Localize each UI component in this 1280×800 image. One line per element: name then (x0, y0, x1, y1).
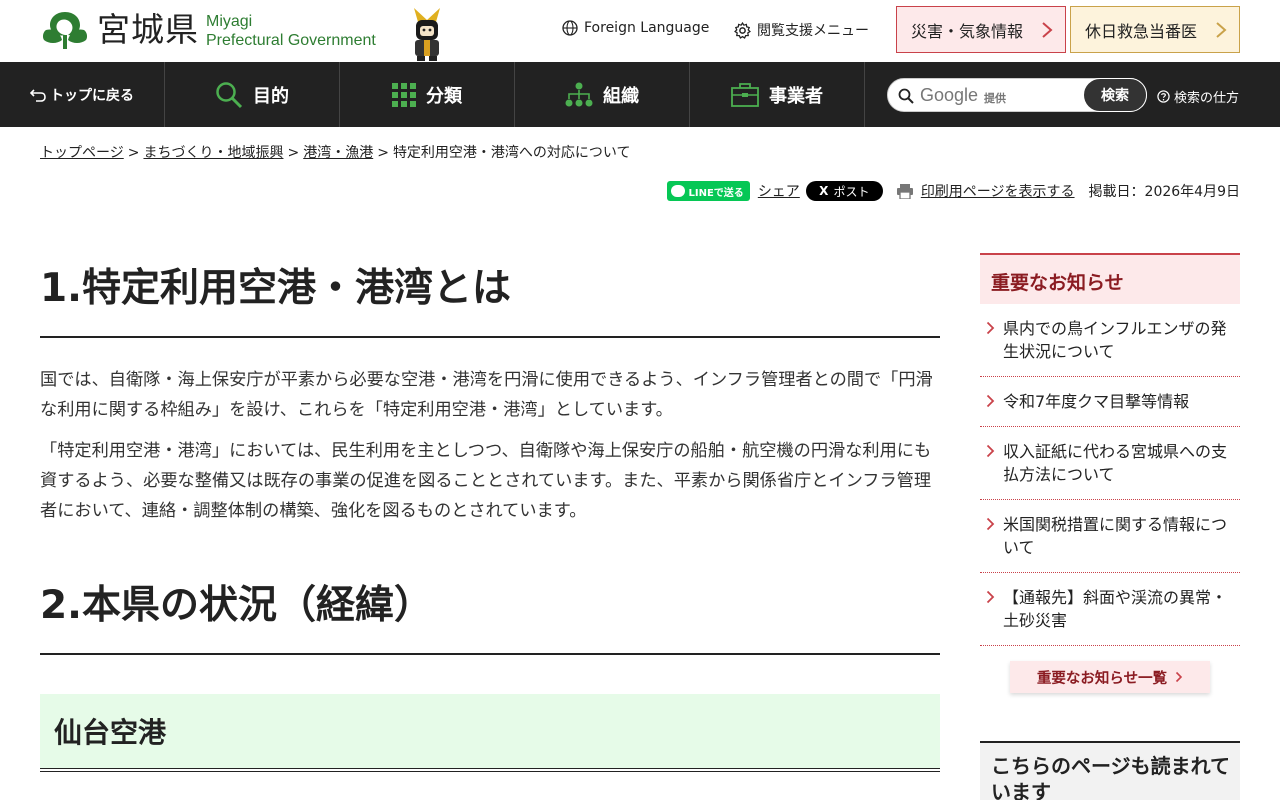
important-notice-item[interactable]: 収入証紙に代わる宮城県への支払方法について (980, 427, 1240, 500)
search-help-label: 検索の仕方 (1174, 91, 1240, 106)
breadcrumb-current: 特定利用空港・港湾への対応について (392, 145, 631, 161)
print-page-link[interactable]: 印刷用ページを表示する (896, 181, 1075, 201)
holiday-doctor-label: 休日救急当番医 (1085, 21, 1198, 41)
important-notices-more-button[interactable]: 重要なお知らせ一覧 (1010, 661, 1210, 693)
grid-icon (392, 82, 416, 107)
miyagi-logo-icon[interactable] (40, 10, 90, 50)
search-help-link[interactable]: 検索の仕方 (1157, 87, 1239, 106)
printer-icon (896, 183, 913, 199)
search-provider-logo: Google (920, 85, 979, 105)
global-nav: トップに戻る 目的 分類 組織 事業者 Google 提供 検索 検索の仕方 (0, 62, 1280, 127)
section-heading-1: 1.特定利用空港・港湾とは (40, 264, 940, 338)
important-notice-label: 【通報先】斜面や渓流の異常・土砂災害 (1003, 588, 1228, 630)
section-heading-2: 2.本県の状況（経緯） (40, 581, 940, 655)
globe-icon (562, 20, 578, 36)
x-logo-icon: X (819, 184, 829, 198)
search-icon (216, 81, 243, 108)
line-icon (670, 185, 685, 197)
important-notice-item[interactable]: 令和7年度クマ目撃等情報 (980, 377, 1240, 427)
chevron-right-icon (986, 590, 995, 604)
also-read-heading: こちらのページも読まれています (980, 741, 1240, 800)
facebook-share-link[interactable]: シェア (758, 181, 800, 201)
site-header: 宮城県 Miyagi Prefectural Government Foreig… (0, 0, 1280, 62)
briefcase-icon (731, 82, 759, 107)
breadcrumb-link[interactable]: まちづくり・地域振興 (143, 145, 283, 161)
chevron-right-icon (1042, 22, 1053, 38)
site-title-en[interactable]: Miyagi Prefectural Government (206, 12, 376, 50)
chevron-right-icon (986, 321, 995, 335)
important-notice-item[interactable]: 県内での鳥インフルエンザの発生状況について (980, 304, 1240, 377)
chevron-right-icon (986, 517, 995, 531)
nav-back-to-top-label: トップに戻る (50, 87, 134, 104)
subsection-heading-sendai-airport: 仙台空港 (40, 694, 940, 772)
site-title-en-line2: Prefectural Government (206, 32, 376, 49)
question-circle-icon (1157, 90, 1170, 103)
site-title-ja[interactable]: 宮城県 (97, 8, 199, 52)
breadcrumb-link[interactable]: 港湾・漁港 (303, 145, 373, 161)
nav-item-label: 分類 (426, 85, 462, 107)
foreign-language-link[interactable]: Foreign Language (562, 20, 709, 36)
disaster-info-label: 災害・気象情報 (911, 21, 1024, 41)
nav-item-label: 目的 (253, 85, 289, 107)
section-1-paragraph-1: 国では、自衛隊・海上保安庁が平素から必要な空港・港湾を円滑に使用できるよう、イン… (40, 370, 933, 420)
accessibility-menu-link[interactable]: 閲覧支援メニュー (734, 20, 869, 40)
line-share-label: LINEで送る (688, 187, 744, 199)
section-1-paragraph-2: 「特定利用空港・港湾」においては、民生利用を主としつつ、自衛隊や海上保安庁の船舶… (40, 441, 932, 521)
breadcrumb-separator: > (127, 145, 140, 161)
line-share-button[interactable]: LINEで送る (666, 181, 750, 201)
breadcrumb-link[interactable]: トップページ (40, 145, 124, 161)
chevron-right-icon (986, 394, 995, 408)
important-notices-list: 県内での鳥インフルエンザの発生状況について 令和7年度クマ目撃等情報 収入証紙に… (980, 304, 1240, 646)
holiday-doctor-button[interactable]: 休日救急当番医 (1070, 6, 1240, 53)
nav-item-label: 事業者 (769, 85, 823, 107)
chevron-right-icon (1176, 671, 1183, 683)
org-chart-icon (565, 82, 593, 106)
nav-item-organization[interactable]: 組織 (515, 62, 690, 127)
sidebar: 重要なお知らせ 県内での鳥インフルエンザの発生状況について 令和7年度クマ目撃等… (980, 253, 1240, 800)
share-toolbar: LINEで送る シェア X ポスト 印刷用ページを表示する 掲載日：2026年4… (666, 181, 1240, 201)
important-notices-heading: 重要なお知らせ (980, 253, 1240, 304)
important-notice-label: 令和7年度クマ目撃等情報 (1003, 392, 1190, 411)
nav-back-to-top[interactable]: トップに戻る (0, 62, 165, 127)
important-notice-label: 県内での鳥インフルエンザの発生状況について (1003, 319, 1227, 361)
breadcrumb: トップページ > まちづくり・地域振興 > 港湾・漁港 > 特定利用空港・港湾への対応につい… (40, 142, 631, 162)
search-button[interactable]: 検索 (1083, 78, 1147, 112)
gear-icon (734, 21, 751, 39)
site-search-input[interactable]: Google 提供 検索 (887, 78, 1147, 112)
chevron-right-icon (1216, 22, 1227, 38)
accessibility-menu-label: 閲覧支援メニュー (757, 23, 869, 39)
nav-item-business[interactable]: 事業者 (690, 62, 865, 127)
foreign-language-label: Foreign Language (584, 20, 710, 36)
return-arrow-icon (30, 88, 46, 102)
posted-date: 掲載日：2026年4月9日 (1088, 184, 1240, 200)
x-post-button[interactable]: X ポスト (805, 181, 883, 201)
important-notice-item[interactable]: 【通報先】斜面や渓流の異常・土砂災害 (980, 573, 1240, 646)
nav-item-purpose[interactable]: 目的 (165, 62, 340, 127)
breadcrumb-separator: > (287, 145, 300, 161)
search-icon (898, 88, 914, 104)
x-post-label: ポスト (833, 184, 870, 199)
chevron-right-icon (986, 444, 995, 458)
print-page-label: 印刷用ページを表示する (920, 184, 1075, 200)
mascot-image (414, 8, 440, 61)
site-title-en-line1: Miyagi (206, 13, 253, 30)
important-notice-label: 収入証紙に代わる宮城県への支払方法について (1003, 442, 1228, 484)
nav-item-category[interactable]: 分類 (340, 62, 515, 127)
important-notice-label: 米国関税措置に関する情報について (1003, 515, 1228, 557)
nav-item-label: 組織 (603, 85, 639, 107)
important-notices-more-label: 重要なお知らせ一覧 (1036, 670, 1168, 687)
breadcrumb-separator: > (377, 145, 389, 161)
search-provider-suffix: 提供 (984, 92, 1006, 105)
important-notice-item[interactable]: 米国関税措置に関する情報について (980, 500, 1240, 573)
disaster-info-button[interactable]: 災害・気象情報 (896, 6, 1066, 53)
